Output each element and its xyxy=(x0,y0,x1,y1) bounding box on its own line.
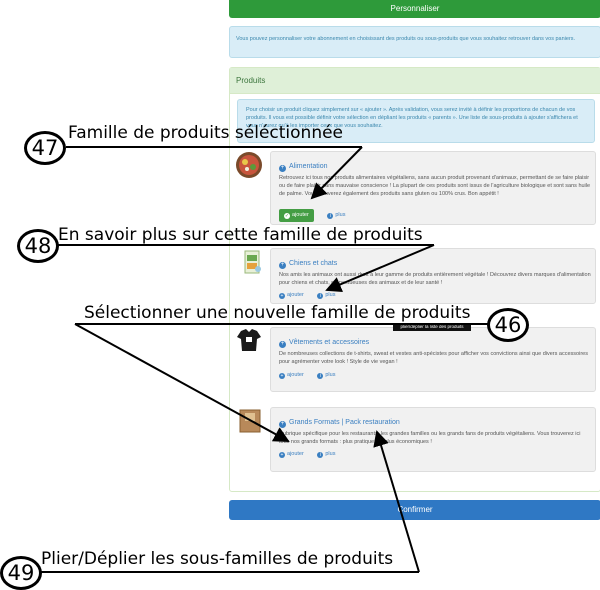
callout-number-47: 47 xyxy=(24,131,66,165)
annotation-arrows xyxy=(40,146,490,573)
callout-text-47: Famille de produits séléctionnée xyxy=(68,123,344,143)
callout-text-49: Plier/Déplier les sous-familles de produ… xyxy=(41,549,394,569)
callout-number-48: 48 xyxy=(17,229,59,263)
callout-number-49: 49 xyxy=(0,556,42,590)
callout-text-46: Sélectionner une nouvelle famille de pro… xyxy=(84,303,471,323)
callout-number-46: 46 xyxy=(487,308,529,342)
callout-text-48: En savoir plus sur cette famille de prod… xyxy=(58,225,423,245)
